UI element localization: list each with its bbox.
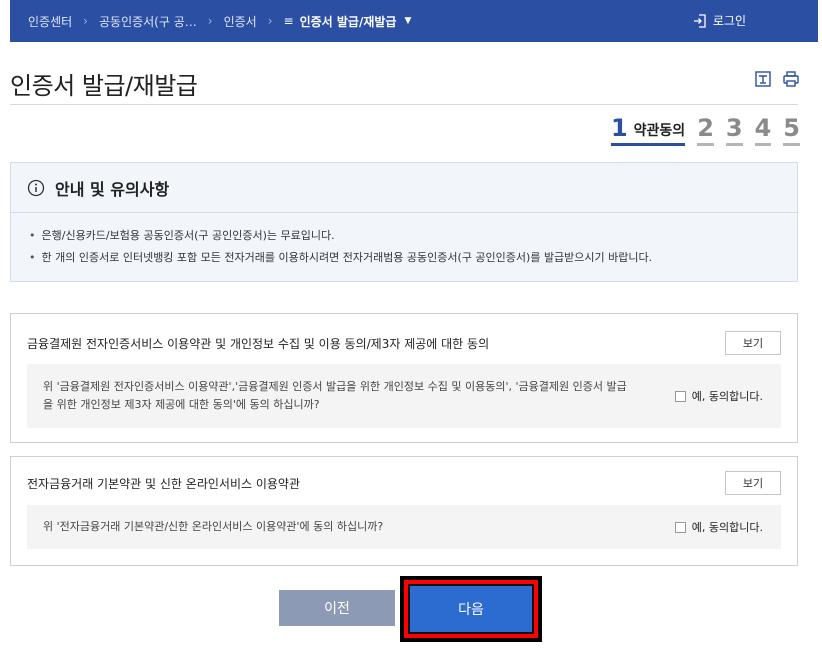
previous-button[interactable]: 이전: [279, 590, 395, 626]
agreement-question-line: 위 '금융결제원 전자인증서비스 이용약관','금융결제원 인증서 발급을 위한…: [43, 380, 627, 393]
breadcrumb-item-cert-center[interactable]: 인증센터: [28, 13, 72, 30]
agreement-question-box: 위 '전자금융거래 기본약관/신한 온라인서비스 이용약관'에 동의 하십니까?…: [27, 505, 781, 549]
login-button[interactable]: 로그인: [693, 12, 746, 29]
agreement-title: 전자금융거래 기본약관 및 신한 온라인서비스 이용약관: [27, 476, 300, 491]
agreement-section-2: 전자금융거래 기본약관 및 신한 온라인서비스 이용약관 보기 위 '전자금융거…: [10, 456, 798, 566]
notice-header: 안내 및 유의사항: [11, 163, 797, 213]
top-nav-bar: 인증센터 › 공동인증서(구 공… › 인증서 › ≡ 인증서 발급/재발급 ▼…: [10, 0, 818, 42]
notice-list: 은행/신용카드/보험용 공동인증서(구 공인인증서)는 무료입니다. 한 개의 …: [11, 213, 797, 269]
breadcrumb: 인증센터 › 공동인증서(구 공… › 인증서 › ≡ 인증서 발급/재발급 ▼: [10, 13, 411, 30]
next-button-highlight: 다음: [400, 576, 542, 642]
step-indicator: 1 약관동의 2 3 4 5: [610, 114, 800, 146]
breadcrumb-separator: ›: [267, 14, 273, 28]
checkbox-label: 예, 동의합니다.: [691, 390, 763, 403]
breadcrumb-separator: ›: [83, 14, 88, 28]
agreement-title: 금융결제원 전자인증서비스 이용약관 및 개인정보 수집 및 이용 동의/제3자…: [27, 336, 490, 351]
agree-checkbox-1[interactable]: 예, 동의합니다.: [674, 388, 763, 404]
breadcrumb-separator: ›: [207, 14, 213, 28]
notice-panel: 안내 및 유의사항 은행/신용카드/보험용 공동인증서(구 공인인증서)는 무료…: [10, 162, 798, 282]
login-label: 로그인: [712, 14, 746, 28]
step-1-active: 1 약관동의: [610, 114, 686, 146]
view-terms-button[interactable]: 보기: [725, 331, 781, 355]
agreement-question-box: 위 '금융결제원 전자인증서비스 이용약관','금융결제원 인증서 발급을 위한…: [27, 364, 781, 428]
info-icon: [27, 179, 45, 196]
step-label: 약관동의: [633, 123, 686, 139]
checkbox-box[interactable]: [674, 521, 686, 533]
notice-title: 안내 및 유의사항: [55, 179, 170, 199]
notice-item: 한 개의 인증서로 인터넷뱅킹 포함 모든 전자거래를 이용하시려면 전자거래범…: [29, 247, 797, 269]
next-button[interactable]: 다음: [408, 584, 534, 634]
caret-down-icon: ▼: [404, 16, 412, 26]
breadcrumb-current-label: 인증서 발급/재발급: [299, 14, 397, 29]
print-icon[interactable]: [782, 70, 800, 88]
login-icon: [693, 13, 706, 28]
title-tools: [754, 70, 800, 88]
step-5: 5: [783, 116, 800, 146]
breadcrumb-current-dropdown[interactable]: ≡ 인증서 발급/재발급 ▼: [284, 13, 412, 30]
step-4: 4: [754, 116, 772, 146]
title-divider: [10, 104, 798, 105]
breadcrumb-item-joint-cert[interactable]: 공동인증서(구 공…: [99, 13, 197, 30]
menu-icon: ≡: [283, 14, 294, 28]
agreement-question-line: 을 위한 개인정보 제3자 제공에 대한 동의'에 동의 하십니까?: [43, 398, 320, 411]
agreement-section-1: 금융결제원 전자인증서비스 이용약관 및 개인정보 수집 및 이용 동의/제3자…: [10, 313, 798, 443]
agreement-header: 전자금융거래 기본약관 및 신한 온라인서비스 이용약관 보기: [11, 457, 797, 509]
step-number: 1: [610, 114, 628, 142]
page-title: 인증서 발급/재발급: [10, 72, 198, 100]
breadcrumb-item-certificate[interactable]: 인증서: [224, 13, 257, 30]
checkbox-label: 예, 동의합니다.: [691, 521, 763, 534]
step-3: 3: [725, 116, 743, 146]
view-terms-button[interactable]: 보기: [725, 471, 781, 495]
checkbox-box[interactable]: [674, 390, 686, 402]
download-icon[interactable]: [754, 70, 772, 88]
notice-item: 은행/신용카드/보험용 공동인증서(구 공인인증서)는 무료입니다.: [29, 225, 797, 247]
step-2: 2: [697, 116, 714, 146]
agreement-question: 위 '금융결제원 전자인증서비스 이용약관','금융결제원 인증서 발급을 위한…: [43, 378, 627, 414]
agreement-question: 위 '전자금융거래 기본약관/신한 온라인서비스 이용약관'에 동의 하십니까?: [43, 520, 384, 533]
agree-checkbox-2[interactable]: 예, 동의합니다.: [674, 519, 763, 535]
